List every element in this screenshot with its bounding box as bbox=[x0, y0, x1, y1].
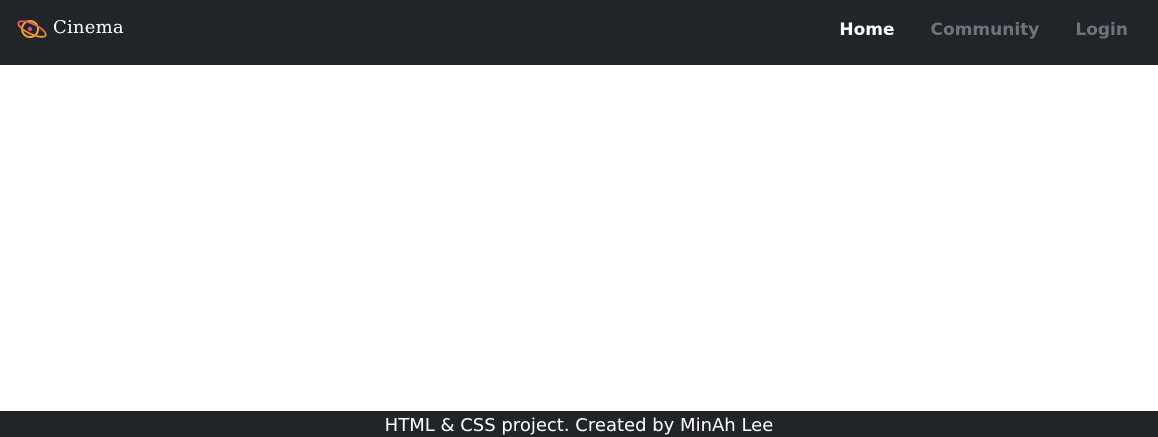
nav-link-community[interactable]: Community bbox=[913, 20, 1058, 40]
main-nav: Home Community Login bbox=[821, 0, 1146, 60]
nav-link-home[interactable]: Home bbox=[821, 20, 912, 40]
planet-icon bbox=[17, 20, 47, 38]
page-footer: HTML & CSS project. Created by MinAh Lee bbox=[0, 411, 1158, 437]
main-content bbox=[0, 65, 1158, 411]
nav-link-login[interactable]: Login bbox=[1057, 20, 1146, 40]
footer-text: HTML & CSS project. Created by MinAh Lee bbox=[384, 415, 774, 436]
brand-link[interactable]: Cinema bbox=[16, 14, 124, 44]
top-navbar: Cinema Home Community Login bbox=[0, 0, 1158, 65]
brand-name: Cinema bbox=[53, 16, 124, 38]
